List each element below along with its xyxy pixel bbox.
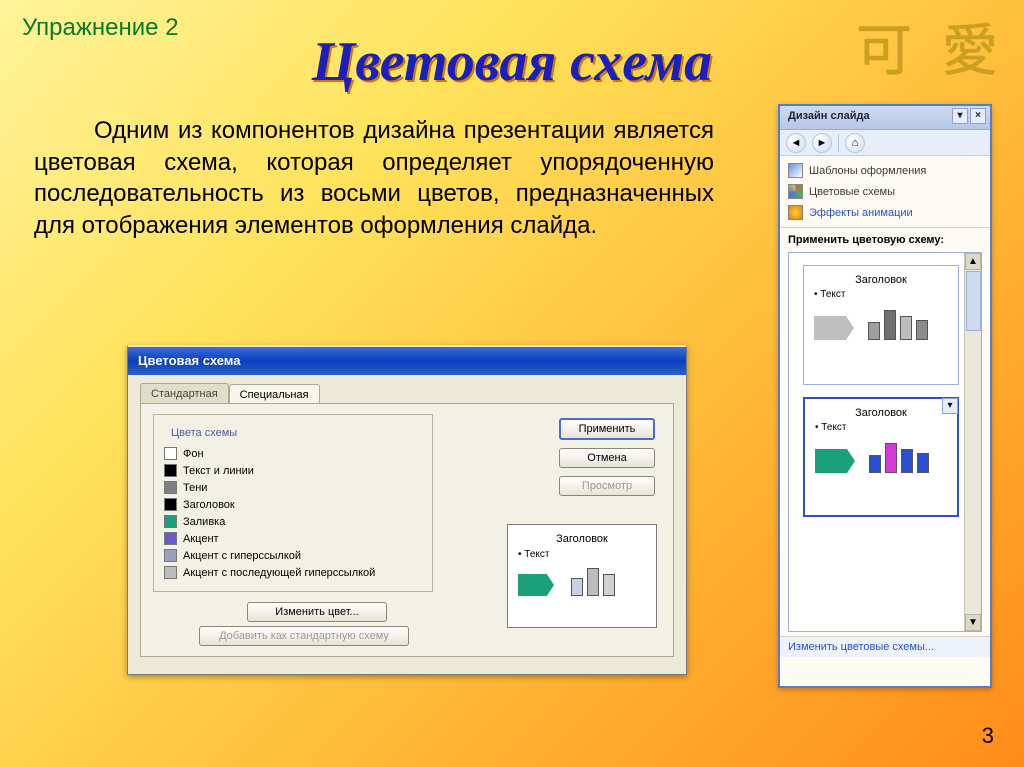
color-item[interactable]: Заливка xyxy=(164,513,422,530)
color-schemes-link[interactable]: Цветовые схемы xyxy=(788,181,982,202)
thumbnail-shape-icon xyxy=(815,449,855,473)
color-schemes-label: Цветовые схемы xyxy=(809,186,895,198)
templates-link[interactable]: Шаблоны оформления xyxy=(788,160,982,181)
color-swatch xyxy=(164,464,177,477)
color-list: Фон Текст и линии Тени Заголовок Заливка Акце… xyxy=(164,445,422,581)
color-item[interactable]: Заголовок xyxy=(164,496,422,513)
thumbnail-shape-icon xyxy=(814,316,854,340)
animation-effects-link[interactable]: Эффекты анимации xyxy=(788,202,982,223)
color-item[interactable]: Акцент с последующей гиперссылкой xyxy=(164,564,422,581)
preview-button[interactable]: Просмотр xyxy=(559,476,655,496)
page-number: 3 xyxy=(982,723,994,749)
tab-custom[interactable]: Специальная xyxy=(229,384,320,405)
apply-scheme-label: Применить цветовую схему: xyxy=(780,228,990,248)
color-item[interactable]: Текст и линии xyxy=(164,462,422,479)
templates-icon xyxy=(788,163,803,178)
scroll-down-icon[interactable]: ▼ xyxy=(965,614,981,631)
thumbnail-dropdown-icon[interactable]: ▾ xyxy=(942,398,958,414)
color-swatch xyxy=(164,532,177,545)
color-item[interactable]: Тени xyxy=(164,479,422,496)
change-schemes-link[interactable]: Изменить цветовые схемы... xyxy=(780,636,990,657)
thumbnail-bars-icon xyxy=(869,443,929,473)
back-icon[interactable]: ◄ xyxy=(786,133,806,153)
color-item-label: Акцент xyxy=(183,533,219,545)
dialog-titlebar[interactable]: Цветовая схема xyxy=(128,347,686,375)
thumbnail-bars-icon xyxy=(868,310,928,340)
color-item-label: Фон xyxy=(183,448,204,460)
dialog-buttons: Применить Отмена Просмотр xyxy=(559,418,655,496)
thumbnail-bullet: • Текст xyxy=(815,422,947,433)
color-item[interactable]: Фон xyxy=(164,445,422,462)
templates-label: Шаблоны оформления xyxy=(809,165,926,177)
cancel-button[interactable]: Отмена xyxy=(559,448,655,468)
tab-standard[interactable]: Стандартная xyxy=(140,383,229,404)
color-item-label: Акцент с гиперссылкой xyxy=(183,550,301,562)
thumbnail-bullet: • Текст xyxy=(814,289,948,300)
color-scheme-dialog: Цветовая схема Стандартная Специальная Ц… xyxy=(127,345,687,675)
separator xyxy=(838,134,839,152)
taskpane-title: Дизайн слайда xyxy=(788,110,870,122)
home-icon[interactable]: ⌂ xyxy=(845,133,865,153)
taskpane-links: Шаблоны оформления Цветовые схемы Эффект… xyxy=(780,156,990,228)
scheme-thumbnail[interactable]: ▾Заголовок • Текст xyxy=(803,397,959,517)
scroll-up-icon[interactable]: ▲ xyxy=(965,253,981,270)
preview-bullet-text: Текст xyxy=(524,549,549,560)
close-icon[interactable]: × xyxy=(970,108,986,124)
dialog-tabbar: Стандартная Специальная xyxy=(140,383,674,404)
page-title: Цветовая схема xyxy=(0,30,1024,94)
color-swatch xyxy=(164,498,177,511)
color-item-label: Акцент с последующей гиперссылкой xyxy=(183,567,375,579)
animation-icon xyxy=(788,205,803,220)
color-swatch xyxy=(164,549,177,562)
forward-icon[interactable]: ► xyxy=(812,133,832,153)
color-swatch xyxy=(164,481,177,494)
color-swatch xyxy=(164,566,177,579)
color-item-label: Заливка xyxy=(183,516,225,528)
taskpane-menu-icon[interactable]: ▾ xyxy=(952,108,968,124)
color-item-label: Тени xyxy=(183,482,207,494)
scrollbar[interactable]: ▲ ▼ xyxy=(964,253,981,631)
slide-design-taskpane: Дизайн слайда ▾ × ◄ ► ⌂ Шаблоны оформлен… xyxy=(778,104,992,688)
scheme-colors-group: Цвета схемы Фон Текст и линии Тени Заголово… xyxy=(153,414,433,592)
taskpane-header[interactable]: Дизайн слайда ▾ × xyxy=(780,106,990,130)
color-item-label: Текст и линии xyxy=(183,465,254,477)
scheme-thumbnail-list: ▲ ▼ Заголовок• Текст▾Заголовок• Текст xyxy=(788,252,982,632)
dialog-preview: Заголовок • Текст xyxy=(507,524,657,628)
color-item[interactable]: Акцент xyxy=(164,530,422,547)
body-text: Одним из компонентов дизайна презентации… xyxy=(34,115,714,242)
preview-title: Заголовок xyxy=(518,533,646,545)
taskpane-toolbar: ◄ ► ⌂ xyxy=(780,130,990,156)
preview-shape-icon xyxy=(518,574,554,596)
color-item[interactable]: Акцент с гиперссылкой xyxy=(164,547,422,564)
thumbnail-title: Заголовок xyxy=(814,274,948,286)
thumbnail-title: Заголовок xyxy=(815,407,947,419)
preview-bullet: • Текст xyxy=(518,549,646,560)
color-item-label: Заголовок xyxy=(183,499,235,511)
group-title: Цвета схемы xyxy=(168,427,240,439)
dialog-panel: Цвета схемы Фон Текст и линии Тени Заголово… xyxy=(140,403,674,657)
color-swatch xyxy=(164,515,177,528)
color-swatch xyxy=(164,447,177,460)
preview-bars-icon xyxy=(571,568,615,596)
apply-button[interactable]: Применить xyxy=(559,418,655,440)
scroll-thumb[interactable] xyxy=(966,271,981,331)
animation-label: Эффекты анимации xyxy=(809,207,913,219)
add-standard-button[interactable]: Добавить как стандартную схему xyxy=(199,626,409,646)
color-schemes-icon xyxy=(788,184,803,199)
change-color-button[interactable]: Изменить цвет... xyxy=(247,602,387,622)
scheme-thumbnail[interactable]: Заголовок • Текст xyxy=(803,265,959,385)
